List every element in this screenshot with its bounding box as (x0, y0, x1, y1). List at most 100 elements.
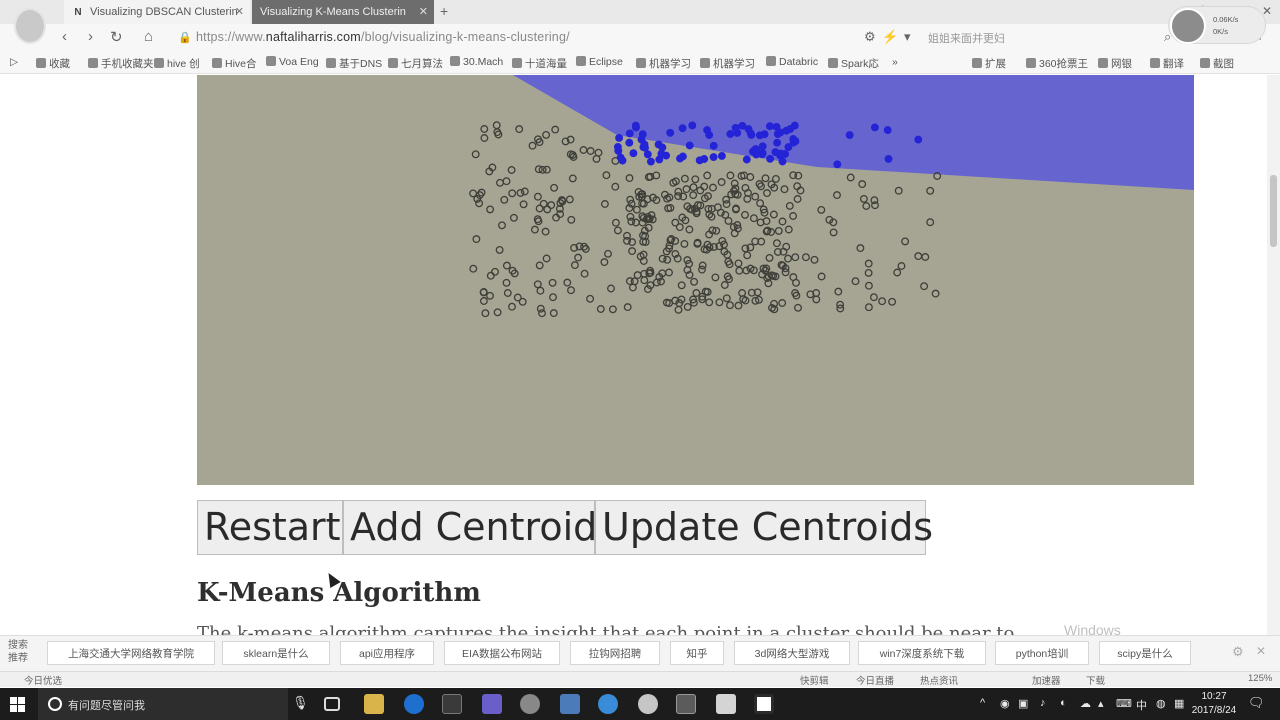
file-explorer-icon[interactable] (364, 694, 384, 714)
app-icon[interactable] (638, 694, 658, 714)
bookmark-item[interactable]: 机器学习 (700, 56, 755, 71)
bookmark-item[interactable]: Databric (766, 56, 818, 68)
volume-icon[interactable]: ♪ (1040, 697, 1046, 709)
app-icon[interactable] (520, 694, 540, 714)
store-icon[interactable] (442, 694, 462, 714)
bookmark-item[interactable]: 手机收藏夹 (88, 56, 154, 71)
vs-icon[interactable] (482, 694, 502, 714)
toolbar-item[interactable]: 翻译 (1150, 56, 1184, 71)
status-left[interactable]: 今日优选 (24, 673, 62, 687)
back-icon[interactable]: ‹ (62, 28, 67, 45)
toolbar-item[interactable]: 截图 (1200, 56, 1234, 71)
tray-icon[interactable]: ▦ (1174, 697, 1184, 710)
network-icon[interactable]: ▣ (1018, 697, 1028, 710)
settings-icon[interactable]: ⚙ (1232, 644, 1244, 660)
tray-icon[interactable]: ☁ (1080, 697, 1091, 710)
bookmark-item[interactable]: Eclipse (576, 56, 623, 68)
tray-expand-icon[interactable]: ^ (980, 697, 985, 709)
bookmark-item[interactable]: hive 创 (154, 56, 200, 71)
extension-icon[interactable]: ⚙ (864, 29, 876, 45)
cluster-plot[interactable] (197, 75, 1194, 485)
toolbar-item[interactable]: 网银 (1098, 56, 1132, 71)
microphone-icon[interactable]: 🎙 (292, 695, 309, 711)
user-avatar[interactable] (14, 8, 46, 44)
suggestion-item[interactable]: win7深度系统下载 (858, 641, 986, 665)
new-tab-button[interactable]: + (440, 3, 448, 19)
tray-icon[interactable]: ▴ (1098, 697, 1104, 710)
data-point (543, 205, 552, 214)
close-tab-icon[interactable]: ✕ (419, 5, 428, 18)
bookmark-item[interactable]: Spark応 (828, 56, 879, 71)
add-centroid-button[interactable]: Add Centroid (343, 500, 597, 555)
cluster-point (766, 154, 775, 163)
data-point (680, 239, 689, 248)
bookmark-item[interactable]: Hive合 (212, 56, 257, 71)
app-icon[interactable] (560, 694, 580, 714)
dropdown-icon[interactable]: ▾ (904, 29, 911, 45)
app-icon[interactable] (676, 694, 696, 714)
forward-icon[interactable]: › (88, 28, 93, 45)
data-point (784, 254, 792, 263)
ie-browser-icon[interactable] (404, 694, 424, 714)
windows-start-icon[interactable] (10, 697, 26, 712)
reload-icon[interactable]: ↻ (110, 28, 123, 46)
bookmark-item[interactable]: 基于DNS (326, 56, 382, 71)
network-speed-widget[interactable]: 0.06K/s 0K/s (1168, 6, 1266, 44)
app-icon[interactable] (716, 694, 736, 714)
status-item[interactable]: 热点资讯 (920, 673, 958, 687)
taskbar-search[interactable]: 有问题尽管问我 (38, 688, 288, 720)
restart-button[interactable]: Restart (197, 500, 343, 555)
kmeans-visualization[interactable] (197, 75, 1194, 485)
tab-dbscan[interactable]: N Visualizing DBSCAN Clusterin ✕ (64, 0, 250, 24)
suggestion-item[interactable]: 3d网络大型游戏 (734, 641, 850, 665)
search-suggestion[interactable]: 姐姐来面并更妇 (928, 30, 1005, 46)
bookmark-item[interactable]: Voa Eng (266, 56, 319, 68)
url-field[interactable]: https://www.naftaliharris.com/blog/visua… (196, 30, 570, 44)
data-point (789, 212, 798, 220)
bookmark-item[interactable]: 十道海量 (512, 56, 567, 71)
page-scrollbar[interactable] (1267, 75, 1280, 635)
suggestion-item[interactable]: 上海交通大学网络教育学院 (47, 641, 215, 665)
suggestion-item[interactable]: 拉钩网招聘 (570, 641, 660, 665)
cluster-point (662, 151, 671, 160)
close-icon[interactable]: ✕ (1256, 644, 1266, 658)
task-view-icon[interactable] (324, 697, 340, 711)
tray-icon[interactable]: ◉ (1000, 697, 1010, 710)
home-icon[interactable]: ⌂ (144, 28, 153, 45)
more-bookmarks-icon[interactable]: » (892, 56, 898, 68)
status-item[interactable]: 加速器 (1032, 673, 1061, 687)
update-centroids-button[interactable]: Update Centroids (595, 500, 933, 555)
lightning-icon[interactable]: ⚡ (882, 29, 898, 45)
notification-icon[interactable]: 🗨 (1248, 695, 1265, 711)
suggestion-item[interactable]: EIA数据公布网站 (444, 641, 560, 665)
bookmark-item[interactable]: 收藏 (36, 56, 70, 71)
suggestion-item[interactable]: sklearn是什么 (222, 641, 330, 665)
keyboard-icon[interactable]: ⌨ (1116, 697, 1132, 710)
zoom-level[interactable]: 125% (1248, 673, 1272, 684)
tray-icon[interactable]: ◍ (1156, 697, 1166, 710)
suggestion-item[interactable]: 知乎 (670, 641, 724, 665)
ime-indicator[interactable]: 中 (1136, 697, 1147, 713)
status-item[interactable]: 今日直播 (856, 673, 894, 687)
suggestion-item[interactable]: api应用程序 (340, 641, 434, 665)
browser-icon[interactable] (598, 694, 618, 714)
system-clock[interactable]: 10:27 2017/8/24 (1190, 690, 1238, 718)
bookmark-item[interactable]: 七月算法 (388, 56, 443, 71)
suggestion-item[interactable]: scipy是什么 (1099, 641, 1191, 665)
toolbar-item[interactable]: 扩展 (972, 56, 1006, 71)
data-point (520, 187, 529, 196)
status-item[interactable]: 下载 (1086, 673, 1105, 687)
bookmark-item[interactable]: 30.Mach (450, 56, 503, 68)
active-app-icon[interactable] (754, 694, 774, 714)
tray-icon[interactable]: ◐ (1060, 697, 1067, 709)
suggestion-item[interactable]: python培训 (995, 641, 1089, 665)
tab-kmeans[interactable]: Visualizing K-Means Clusterin ✕ (252, 0, 434, 24)
status-item[interactable]: 快剪辑 (800, 673, 829, 687)
data-point (608, 305, 617, 314)
close-tab-icon[interactable]: ✕ (235, 5, 244, 18)
scrollbar-thumb[interactable] (1270, 175, 1277, 247)
bookmark-item[interactable]: 机器学习 (636, 56, 691, 71)
paragraph-text: The k-means algorithm captures the insig… (197, 623, 1015, 635)
sidebar-toggle-icon[interactable]: ▷ (10, 56, 18, 68)
toolbar-item[interactable]: 360抢票王 (1026, 56, 1088, 71)
